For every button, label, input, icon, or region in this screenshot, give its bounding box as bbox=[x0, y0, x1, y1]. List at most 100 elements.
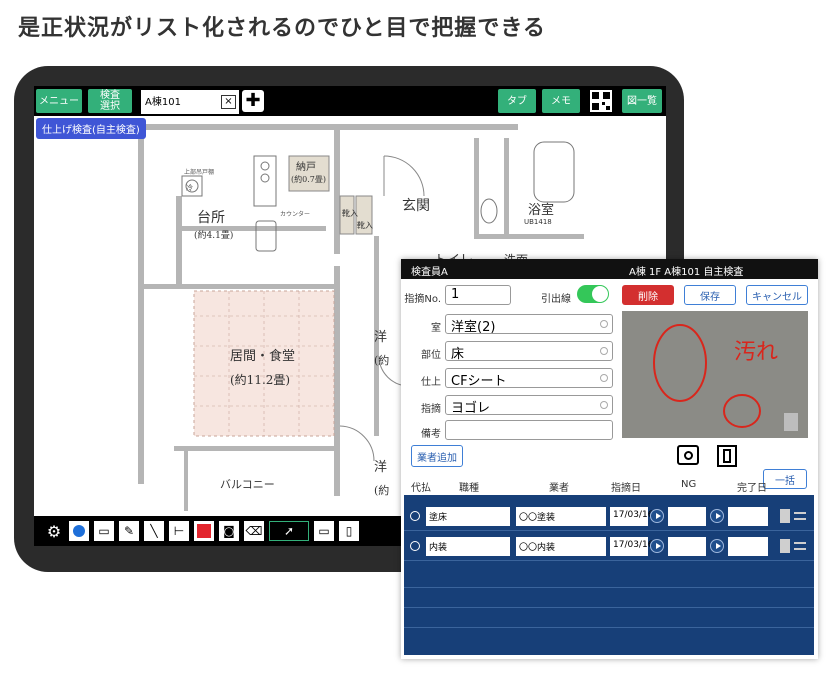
finish-value: CFシート bbox=[451, 374, 507, 389]
remarks-field[interactable] bbox=[445, 420, 613, 440]
inspection-location: A棟 1F A棟101 自主検査 bbox=[629, 267, 744, 278]
play-icon[interactable] bbox=[650, 509, 664, 523]
part-label: 部位 bbox=[421, 350, 441, 361]
table-row[interactable]: 内装 〇〇内装 17/03/16 bbox=[404, 533, 814, 561]
save-button[interactable]: 保存 bbox=[684, 285, 736, 305]
line-tool-icon[interactable]: ╲ bbox=[144, 521, 164, 541]
top-bar: メニュー 検査 選択 A棟101 × ✚ タブ メモ 図一覧 bbox=[34, 86, 666, 116]
issue-label: 指摘 bbox=[421, 404, 441, 415]
room-bath-sub: UB1418 bbox=[524, 218, 552, 226]
memo-button[interactable]: メモ bbox=[542, 89, 580, 113]
shoebox-label-2: 靴入 bbox=[357, 220, 373, 230]
remarks-label: 備考 bbox=[421, 429, 441, 440]
document-icon[interactable]: ▯ bbox=[339, 521, 359, 541]
headline: 是正状況がリスト化されるのでひと目で把握できる bbox=[18, 16, 546, 41]
room-western2-sub: (約 bbox=[374, 483, 389, 497]
defect-no-label: 指摘No. bbox=[404, 294, 441, 305]
inspection-type-badge[interactable]: 仕上げ検査(自主検査) bbox=[36, 118, 146, 139]
close-icon[interactable]: × bbox=[221, 95, 236, 109]
drawing-list-button[interactable]: 図一覧 bbox=[622, 89, 662, 113]
contractor-cell[interactable]: 〇〇内装 bbox=[516, 537, 606, 556]
room-kitchen-label: 台所 bbox=[197, 210, 225, 226]
column-contractor: 業者 bbox=[549, 483, 569, 494]
room-western2-label: 洋 bbox=[374, 460, 387, 475]
column-issue-date: 指摘日 bbox=[611, 483, 641, 494]
trash-icon[interactable] bbox=[780, 509, 790, 523]
finish-label: 仕上 bbox=[421, 377, 441, 388]
issue-date-cell[interactable]: 17/03/16 bbox=[610, 537, 653, 556]
tab-a101[interactable]: A棟101 × bbox=[141, 90, 239, 114]
eraser-icon[interactable]: ⌫ bbox=[244, 521, 264, 541]
delete-button[interactable]: 削除 bbox=[622, 285, 674, 305]
camera-icon[interactable]: ◙ bbox=[219, 521, 239, 541]
bulk-button[interactable]: 一括 bbox=[763, 469, 807, 489]
room-kitchen-size: (約4.1畳) bbox=[194, 229, 233, 241]
photo-annotation-text: 汚れ bbox=[734, 340, 778, 365]
room-field[interactable]: 洋室(2) bbox=[445, 314, 613, 335]
column-trade: 職種 bbox=[459, 483, 479, 494]
small-note-cabinet: 上部吊戸棚 bbox=[184, 168, 214, 176]
monitor-icon[interactable]: ▭ bbox=[314, 521, 334, 541]
ng-cell[interactable] bbox=[668, 507, 706, 526]
comment-tool-icon[interactable]: ▭ bbox=[94, 521, 114, 541]
add-tab-button[interactable]: ✚ bbox=[242, 90, 264, 112]
qr-code-icon[interactable] bbox=[590, 90, 612, 112]
part-field[interactable]: 床 bbox=[445, 341, 613, 362]
room-living-size: (約11.2畳) bbox=[230, 372, 290, 387]
ng-cell[interactable] bbox=[668, 537, 706, 556]
gear-icon[interactable]: ⚙ bbox=[44, 521, 64, 541]
empty-row-divider bbox=[404, 587, 814, 588]
column-ng: NG bbox=[681, 479, 697, 490]
play-icon[interactable] bbox=[710, 539, 724, 553]
tab-button[interactable]: タブ bbox=[498, 89, 536, 113]
issue-date-cell[interactable]: 17/03/16 bbox=[610, 507, 653, 526]
room-western1-sub: (約 bbox=[374, 353, 389, 367]
defect-detail-panel: 検査員A A棟 1F A棟101 自主検査 指摘No. 1 引出線 削除 保存 … bbox=[401, 259, 818, 659]
film-icon[interactable] bbox=[717, 445, 737, 467]
issue-value: ヨゴレ bbox=[451, 401, 491, 416]
completion-date-cell[interactable] bbox=[728, 537, 768, 556]
contractor-table: 塗床 〇〇塗装 17/03/16 内装 〇〇内装 17/03/16 bbox=[404, 495, 814, 655]
red-color-icon[interactable] bbox=[194, 521, 214, 541]
trade-cell[interactable]: 内装 bbox=[426, 537, 510, 556]
row-radio[interactable] bbox=[410, 511, 420, 521]
add-contractor-button[interactable]: 業者追加 bbox=[411, 445, 463, 467]
leader-line-label: 引出線 bbox=[541, 294, 571, 305]
row-radio[interactable] bbox=[410, 541, 420, 551]
inspection-select-button[interactable]: 検査 選択 bbox=[88, 89, 132, 113]
menu-button[interactable]: メニュー bbox=[36, 89, 82, 113]
shoebox-label-1: 靴入 bbox=[342, 208, 358, 218]
cancel-button[interactable]: キャンセル bbox=[746, 285, 808, 305]
drag-handle-icon[interactable] bbox=[794, 512, 806, 520]
room-western1-label: 洋 bbox=[374, 330, 387, 345]
room-closet-label: 納戸 bbox=[296, 160, 316, 173]
circle-tool-icon[interactable] bbox=[69, 521, 89, 541]
small-note-counter: カウンター bbox=[280, 210, 310, 218]
room-bath-label: 浴室 bbox=[528, 202, 554, 218]
room-value: 洋室(2) bbox=[451, 320, 496, 335]
defect-photo[interactable]: 汚れ bbox=[622, 311, 808, 438]
contractor-cell[interactable]: 〇〇塗装 bbox=[516, 507, 606, 526]
leader-line-toggle[interactable] bbox=[577, 285, 609, 303]
issue-field[interactable]: ヨゴレ bbox=[445, 395, 613, 416]
trade-cell[interactable]: 塗床 bbox=[426, 507, 510, 526]
completion-date-cell[interactable] bbox=[728, 507, 768, 526]
play-icon[interactable] bbox=[710, 509, 724, 523]
defect-no-field[interactable]: 1 bbox=[445, 285, 511, 305]
small-note-fridge: 冷 bbox=[186, 183, 193, 192]
play-icon[interactable] bbox=[650, 539, 664, 553]
room-living-label: 居間・食堂 bbox=[230, 348, 295, 364]
tab-label: A棟101 bbox=[145, 97, 181, 108]
leader-tool-icon[interactable]: ⊢ bbox=[169, 521, 189, 541]
pen-tool-icon[interactable]: ✎ bbox=[119, 521, 139, 541]
table-row[interactable]: 塗床 〇〇塗装 17/03/16 bbox=[404, 503, 814, 531]
inspector-name: 検査員A bbox=[411, 267, 448, 278]
select-cursor-icon[interactable]: ➚ bbox=[269, 521, 309, 541]
column-completion-date: 完了日 bbox=[737, 483, 767, 494]
drag-handle-icon[interactable] bbox=[794, 542, 806, 550]
empty-row-divider bbox=[404, 607, 814, 608]
trash-icon[interactable] bbox=[780, 539, 790, 553]
finish-field[interactable]: CFシート bbox=[445, 368, 613, 389]
camera-icon[interactable] bbox=[677, 445, 699, 465]
empty-row-divider bbox=[404, 627, 814, 628]
